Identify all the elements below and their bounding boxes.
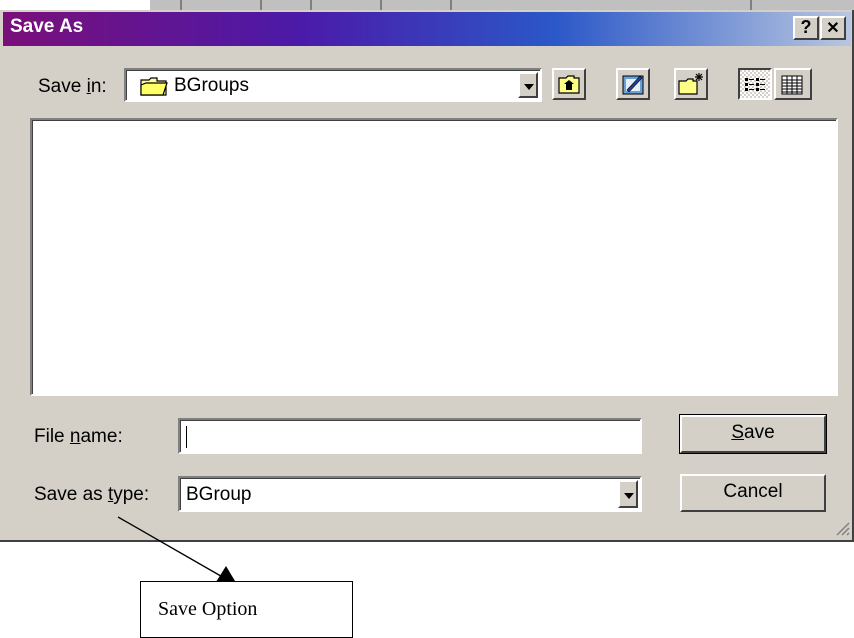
annotation-text: Save Option	[158, 598, 258, 620]
annotation-arrow	[117, 516, 238, 586]
